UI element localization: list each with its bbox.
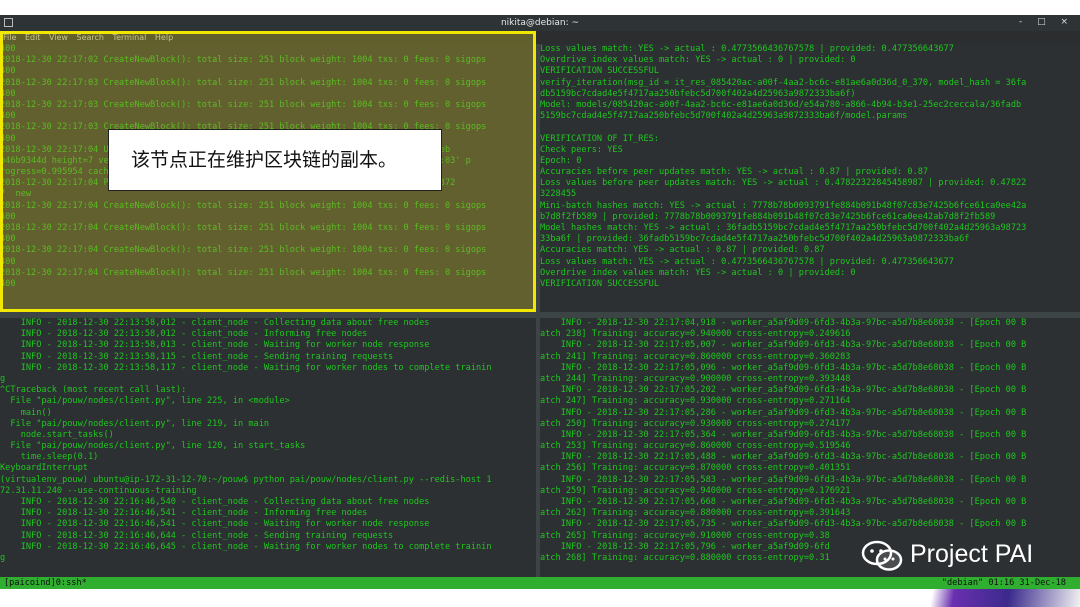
window-titlebar: nikita@debian: ~ - □ × <box>0 15 1080 31</box>
terminal-line: VERIFICATION SUCCESSFUL <box>540 66 659 77</box>
terminal-line: INFO - 2018-12-30 22:16:46,541 - client_… <box>0 508 368 519</box>
terminal-line: INFO - 2018-12-30 22:13:58,013 - client_… <box>0 340 430 351</box>
terminal-line: atch 241] Training: accuracy=0.860000 cr… <box>540 351 851 362</box>
terminal-line: 5159bc7cdad4e5f4717aa250bfebc5d700f402a4… <box>540 111 908 122</box>
terminal-line: INFO - 2018-12-30 22:17:05,096 - worker_… <box>540 362 1027 373</box>
terminal-line: Accuracies match: YES -> actual : 0.87 |… <box>540 245 825 256</box>
status-session: [paicoind]0:ssh* <box>4 578 87 588</box>
terminal-pane-worker-training[interactable]: INFO - 2018-12-30 22:17:04,918 - worker_… <box>540 318 1080 577</box>
terminal-line: 3228455 <box>540 189 577 200</box>
annotation-callout: 该节点正在维护区块链的副本。 <box>108 129 442 191</box>
terminal-line: Accuracies before peer updates match: YE… <box>540 167 929 178</box>
slide-accent-stripe <box>900 589 1080 607</box>
terminal-line: g <box>0 552 6 563</box>
terminal-line: File "pai/pouw/nodes/client.py", line 22… <box>0 396 290 407</box>
terminal-line: main() <box>0 407 52 418</box>
terminal-line: (virtualenv_pouw) ubuntu@ip-172-31-12-70… <box>0 474 492 485</box>
status-host-time: "debian" 01:16 31-Dec-18 <box>941 578 1066 588</box>
pane-divider-horizontal[interactable] <box>0 312 1080 318</box>
terminal-line: atch 244] Training: accuracy=0.900000 cr… <box>540 373 851 384</box>
terminal-line: INFO - 2018-12-30 22:16:46,541 - client_… <box>0 519 430 530</box>
terminal-line: INFO - 2018-12-30 22:17:04,918 - worker_… <box>540 318 1027 328</box>
terminal-line: INFO - 2018-12-30 22:16:46,645 - client_… <box>0 541 492 552</box>
terminal-line: VERIFICATION OF IT_RES: <box>540 133 659 144</box>
watermark-text: Project PAI <box>910 540 1034 568</box>
terminal-line: atch 262] Training: accuracy=0.880000 cr… <box>540 508 851 519</box>
terminal-line: verify_iteration(msg_id = it_res_085420a… <box>540 77 1027 88</box>
terminal-line: time.sleep(0.1) <box>0 452 99 463</box>
terminal-line: 33ba6f | provided: 36fadb5159bc7cdad4e5f… <box>540 234 970 245</box>
terminal-line: Epoch: 0 <box>540 155 582 166</box>
terminal-line: INFO - 2018-12-30 22:17:05,202 - worker_… <box>540 385 1027 396</box>
terminal-line: INFO - 2018-12-30 22:17:05,668 - worker_… <box>540 497 1027 507</box>
terminal-line: atch 256] Training: accuracy=0.870000 cr… <box>540 463 851 474</box>
terminal-line: atch 247] Training: accuracy=0.930000 cr… <box>540 396 851 407</box>
terminal-line: node.start_tasks() <box>0 429 114 440</box>
terminal-line: INFO - 2018-12-30 22:13:58,012 - client_… <box>0 318 430 328</box>
terminal-line: INFO - 2018-12-30 22:17:05,286 - worker_… <box>540 407 1027 418</box>
terminal-line: Model hashes match: YES -> actual : 36fa… <box>540 223 1027 233</box>
terminal-line: VERIFICATION SUCCESSFUL <box>540 278 659 289</box>
terminal-line: b7d8f2fb589 | provided: 7778b78b0093791f… <box>540 211 996 222</box>
terminal-line: Overdrive index values match: YES -> act… <box>540 267 856 278</box>
terminal-line: atch 250] Training: accuracy=0.930000 cr… <box>540 418 851 429</box>
terminal-pane-client-node[interactable]: INFO - 2018-12-30 22:13:58,012 - client_… <box>0 318 536 577</box>
terminal-line: atch 253] Training: accuracy=0.860000 cr… <box>540 441 851 452</box>
terminal-line: ^CTraceback (most recent call last): <box>0 385 187 396</box>
terminal-line: Loss values match: YES -> actual : 0.477… <box>540 256 954 267</box>
terminal-line: INFO - 2018-12-30 22:17:05,488 - worker_… <box>540 452 1027 463</box>
terminal-line: File "pai/pouw/nodes/client.py", line 21… <box>0 418 270 429</box>
terminal-line: INFO - 2018-12-30 22:17:05,364 - worker_… <box>540 429 1027 440</box>
terminal-line: Loss values match: YES -> actual : 0.477… <box>540 44 954 54</box>
terminal-line: Mini-batch hashes match: YES -> actual :… <box>540 200 1027 211</box>
terminal-line: INFO - 2018-12-30 22:17:05,735 - worker_… <box>540 519 1027 530</box>
terminal-line: INFO - 2018-12-30 22:16:46,644 - client_… <box>0 530 394 541</box>
terminal-line: Loss values before peer updates match: Y… <box>540 178 1027 189</box>
terminal-line: INFO - 2018-12-30 22:13:58,115 - client_… <box>0 351 394 362</box>
terminal-line: INFO - 2018-12-30 22:17:05,007 - worker_… <box>540 340 1027 351</box>
terminal-pane-verification[interactable]: Loss values match: YES -> actual : 0.477… <box>540 44 1080 312</box>
tmux-status-bar: [paicoind]0:ssh* "debian" 01:16 31-Dec-1… <box>0 577 1080 589</box>
terminal-line: INFO - 2018-12-30 22:17:05,583 - worker_… <box>540 474 1027 485</box>
window-controls[interactable]: - □ × <box>1019 17 1074 27</box>
terminal-line: File "pai/pouw/nodes/client.py", line 12… <box>0 441 306 452</box>
terminal-line: INFO - 2018-12-30 22:16:46,540 - client_… <box>0 497 430 507</box>
terminal-line: INFO - 2018-12-30 22:13:58,012 - client_… <box>0 329 368 340</box>
wechat-icon <box>861 540 903 571</box>
window-title: nikita@debian: ~ <box>500 18 580 28</box>
pane-divider-vertical[interactable] <box>536 44 540 577</box>
terminal-line: db5159bc7cdad4e5f4717aa250bfebc5d700f402… <box>540 88 856 99</box>
terminal-line: atch 259] Training: accuracy=0.940000 cr… <box>540 485 851 496</box>
terminal-line: atch 238] Training: accuracy=0.940000 cr… <box>540 329 851 340</box>
terminal-line: INFO - 2018-12-30 22:13:58,117 - client_… <box>0 362 492 373</box>
terminal-line: 72.31.11.240 --use-continuous-training <box>0 485 197 496</box>
terminal-line: Model: models/085420ac-a00f-4aa2-bc6c-e8… <box>540 99 1022 110</box>
terminal-line: Overdrive index values match: YES -> act… <box>540 55 856 66</box>
terminal-line: Check peers: YES <box>540 144 623 155</box>
terminal-line: KeyboardInterrupt <box>0 463 88 474</box>
terminal-line: g <box>0 373 6 384</box>
